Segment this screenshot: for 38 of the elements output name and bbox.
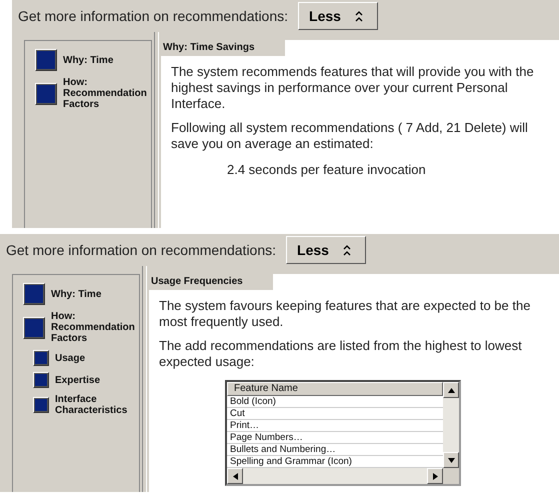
list-row[interactable]: Cut	[227, 408, 443, 420]
chevrons-icon	[354, 10, 363, 22]
column-header[interactable]: Feature Name	[227, 382, 443, 396]
square-icon	[35, 49, 57, 71]
prompt-label: Get more information on recommendations:	[18, 8, 288, 24]
list-row[interactable]: Bold (Icon)	[227, 396, 443, 408]
prompt-label: Get more information on recommendations:	[6, 242, 276, 258]
chevrons-icon	[342, 244, 351, 256]
paragraph: Following all system recommendations ( 7 Add, 21 Delete) will save you on average an estimated:	[171, 120, 529, 152]
nav-item[interactable]: Interface Characteristics	[33, 394, 139, 416]
paragraph: The system favours keeping features that are expected to be the most frequently used.	[159, 298, 532, 330]
right-arrow-icon	[432, 472, 438, 480]
list-row[interactable]: Page Numbers…	[227, 432, 443, 444]
square-icon	[23, 316, 45, 338]
list-row[interactable]: Print…	[227, 420, 443, 432]
square-icon	[33, 372, 49, 388]
paragraph: The add recommendations are listed from the highest to lowest expected usage:	[159, 338, 523, 370]
square-icon	[33, 350, 49, 366]
horizontal-scrollbar[interactable]	[227, 468, 443, 484]
paragraph: The system recommends features that will provide you with the highest savings in performance over your current Personal Interface.	[171, 64, 535, 112]
vertical-scrollbar[interactable]	[443, 382, 459, 468]
scrollbar-corner	[443, 468, 459, 484]
result-text: 2.4 seconds per feature invocation	[227, 162, 427, 178]
list-row[interactable]: Bullets and Numbering…	[227, 444, 443, 456]
down-arrow-icon	[448, 458, 454, 462]
nav-item[interactable]: Expertise	[33, 372, 139, 388]
nav-item[interactable]: Why: Time	[23, 283, 139, 305]
nav-item[interactable]: How: Recommendation Factors	[23, 311, 139, 344]
nav-item[interactable]: How: Recommendation Factors	[35, 77, 151, 110]
less-toggle-button[interactable]: Less	[298, 2, 378, 30]
left-arrow-icon	[232, 472, 238, 480]
nav-item[interactable]: Usage	[33, 350, 139, 366]
less-toggle-button[interactable]: Less	[286, 236, 366, 264]
square-icon	[35, 82, 57, 104]
nav-item[interactable]: Why: Time	[35, 49, 151, 71]
square-icon	[23, 283, 45, 305]
up-arrow-icon	[448, 388, 454, 392]
square-icon	[33, 397, 49, 413]
